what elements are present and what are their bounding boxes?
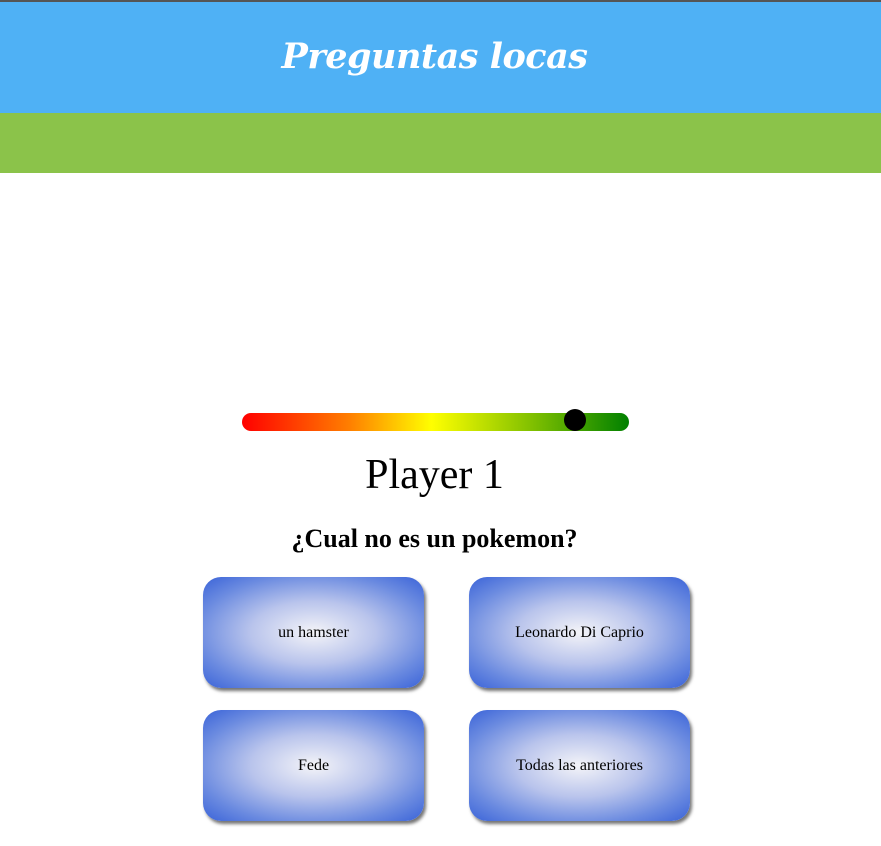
answer-button-1[interactable]: un hamster xyxy=(203,577,424,688)
question-text: ¿Cual no es un pokemon? xyxy=(291,524,578,553)
answer-button-3[interactable]: Fede xyxy=(203,710,424,821)
answer-button-4[interactable]: Todas las anteriores xyxy=(469,710,690,821)
header-bar: Preguntas locas xyxy=(0,2,881,113)
timer-slider-thumb[interactable] xyxy=(563,409,586,431)
player-label: Player 1 xyxy=(365,452,504,498)
green-band xyxy=(0,113,881,173)
page-title: Preguntas locas xyxy=(281,36,588,77)
answer-button-2[interactable]: Leonardo Di Caprio xyxy=(469,577,690,688)
